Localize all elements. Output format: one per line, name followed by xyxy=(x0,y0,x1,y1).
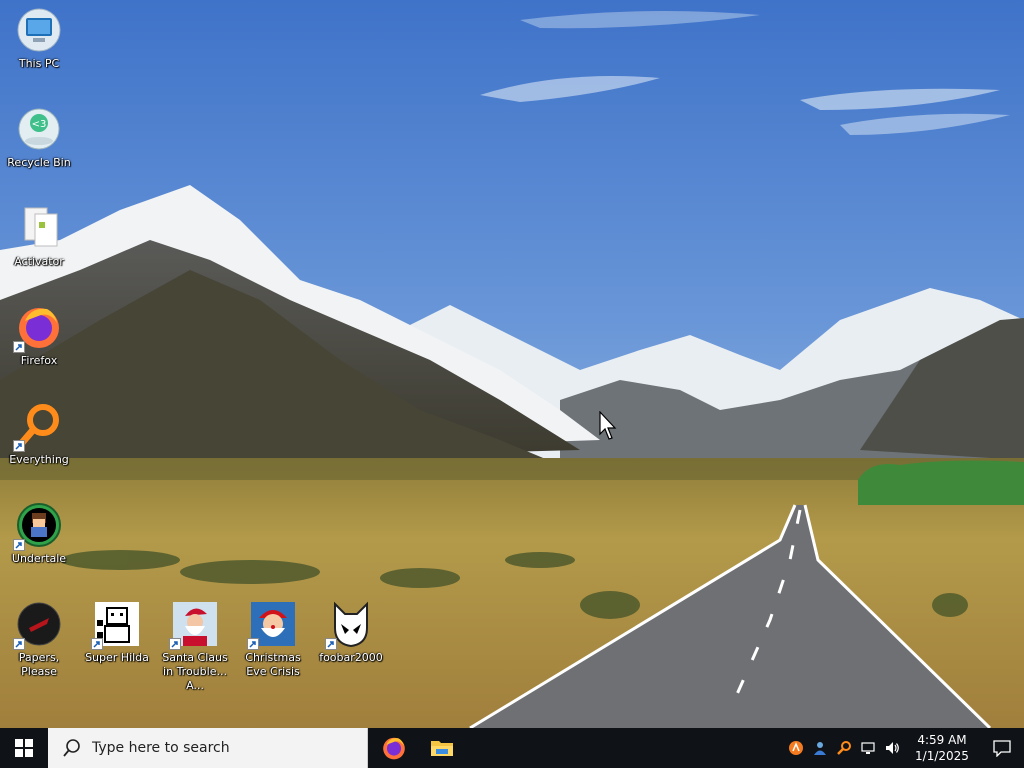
icon-label: Super Hilda xyxy=(85,651,149,664)
icon-label: Christmas Eve Crisis xyxy=(245,651,301,678)
tray-volume[interactable] xyxy=(880,728,904,768)
firefox-icon xyxy=(383,737,405,760)
taskbar-search-box[interactable] xyxy=(48,728,368,768)
notification-icon xyxy=(993,740,1011,757)
network-icon xyxy=(861,742,875,754)
shortcut-arrow-icon xyxy=(13,440,25,452)
taskbar-clock[interactable]: 4:59 AM 1/1/2025 xyxy=(904,732,980,764)
activator-file-icon xyxy=(24,207,58,247)
icon-label: Papers, Please xyxy=(18,651,60,678)
desktop-icon-santa-claus-in-trouble[interactable]: Santa Claus in Trouble... A... xyxy=(156,600,234,693)
shortcut-arrow-icon xyxy=(13,341,25,353)
svg-text:<3: <3 xyxy=(32,119,47,130)
desktop-icon-super-hilda[interactable]: Super Hilda xyxy=(78,600,156,665)
icon-label: Everything xyxy=(9,453,69,466)
computer-icon xyxy=(17,8,61,52)
clock-time: 4:59 AM xyxy=(917,733,967,747)
shortcut-arrow-icon xyxy=(91,638,103,650)
icon-label: Recycle Bin xyxy=(7,156,71,169)
shortcut-arrow-icon xyxy=(325,638,337,650)
desktop-icon-firefox[interactable]: Firefox xyxy=(0,303,78,368)
tray-network-user[interactable] xyxy=(808,728,832,768)
taskbar-app-file-explorer[interactable] xyxy=(418,728,466,768)
desktop-icon-undertale[interactable]: Undertale xyxy=(0,501,78,566)
icon-label: Activator xyxy=(14,255,64,268)
shortcut-arrow-icon xyxy=(13,539,25,551)
desktop-icon-recycle-bin[interactable]: <3 Recycle Bin xyxy=(0,105,78,170)
avast-icon xyxy=(789,741,803,755)
icon-label: Firefox xyxy=(20,354,58,367)
everything-tray-icon xyxy=(837,741,851,755)
desktop[interactable]: This PC <3 Recycle Bin Activator Firefox… xyxy=(0,0,1024,728)
network-user-icon xyxy=(814,742,826,755)
shortcut-arrow-icon xyxy=(13,638,25,650)
icon-label: Santa Claus in Trouble... A... xyxy=(162,651,228,692)
action-center-button[interactable] xyxy=(980,728,1024,768)
search-icon xyxy=(63,739,80,757)
icon-label: foobar2000 xyxy=(319,651,383,664)
desktop-icon-activator[interactable]: Activator xyxy=(0,204,78,269)
start-button[interactable] xyxy=(0,728,48,768)
desktop-icon-christmas-eve-crisis[interactable]: Christmas Eve Crisis xyxy=(234,600,312,679)
desktop-icon-this-pc[interactable]: This PC xyxy=(0,6,78,71)
shortcut-arrow-icon xyxy=(247,638,259,650)
icon-label: This PC xyxy=(18,57,60,70)
windows-logo-icon xyxy=(15,739,33,757)
system-tray: 4:59 AM 1/1/2025 xyxy=(784,728,1024,768)
desktop-icon-papers-please[interactable]: Papers, Please xyxy=(0,600,78,679)
taskbar: 4:59 AM 1/1/2025 xyxy=(0,728,1024,768)
volume-icon xyxy=(886,742,899,754)
tray-network[interactable] xyxy=(856,728,880,768)
mouse-cursor-icon xyxy=(599,411,617,440)
folder-icon xyxy=(431,741,453,756)
recycle-bin-icon: <3 xyxy=(18,108,60,150)
taskbar-app-firefox[interactable] xyxy=(370,728,418,768)
tray-avast[interactable] xyxy=(784,728,808,768)
clock-date: 1/1/2025 xyxy=(915,749,969,763)
shortcut-arrow-icon xyxy=(169,638,181,650)
tray-everything[interactable] xyxy=(832,728,856,768)
desktop-icon-foobar2000[interactable]: foobar2000 xyxy=(312,600,390,665)
icon-label: Undertale xyxy=(11,552,67,565)
desktop-icon-everything[interactable]: Everything xyxy=(0,402,78,467)
search-input[interactable] xyxy=(90,739,344,757)
